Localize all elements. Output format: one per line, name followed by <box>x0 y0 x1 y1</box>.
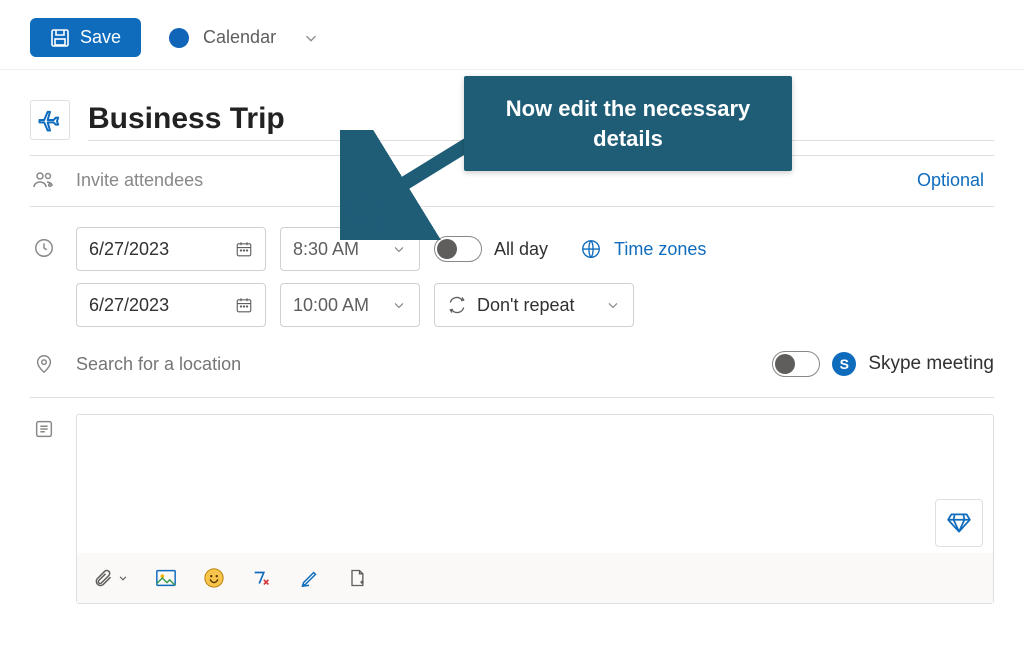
airplane-icon <box>36 106 64 134</box>
time-zones-link[interactable]: Time zones <box>614 239 706 260</box>
save-icon <box>50 28 70 48</box>
calendar-color-dot <box>169 28 189 48</box>
save-button-label: Save <box>80 27 121 48</box>
toolbar: Save Calendar <box>0 0 1024 70</box>
emoji-icon <box>203 567 225 589</box>
chevron-down-icon <box>302 29 320 47</box>
image-icon <box>155 568 177 588</box>
attach-button[interactable] <box>93 568 129 588</box>
repeat-icon <box>447 295 467 315</box>
location-row: S Skype meeting <box>30 335 994 398</box>
chevron-down-icon <box>391 241 407 257</box>
save-button[interactable]: Save <box>30 18 141 57</box>
chevron-down-icon <box>605 297 621 313</box>
clock-icon <box>30 227 58 259</box>
description-editor[interactable] <box>76 414 994 604</box>
description-icon <box>30 414 58 440</box>
calendar-icon <box>235 240 253 258</box>
pen-icon <box>299 567 321 589</box>
calendar-selector-label: Calendar <box>203 27 276 48</box>
clear-formatting-button[interactable] <box>251 567 273 589</box>
insert-image-button[interactable] <box>155 568 177 588</box>
diamond-icon <box>946 510 972 536</box>
location-input[interactable] <box>76 354 754 375</box>
chevron-down-icon <box>391 297 407 313</box>
start-date-field[interactable]: 6/27/2023 <box>76 227 266 271</box>
event-category-icon-button[interactable] <box>30 100 70 140</box>
more-format-button[interactable] <box>347 567 367 589</box>
end-date-field[interactable]: 6/27/2023 <box>76 283 266 327</box>
emoji-button[interactable] <box>203 567 225 589</box>
calendar-selector[interactable]: Calendar <box>169 27 320 48</box>
ink-button[interactable] <box>299 567 321 589</box>
chevron-down-icon <box>117 572 129 584</box>
all-day-label: All day <box>494 239 548 260</box>
attendees-icon <box>30 168 58 192</box>
attendees-input[interactable]: Invite attendees <box>76 170 203 191</box>
globe-icon <box>580 238 602 260</box>
tutorial-callout: Now edit the necessary details <box>464 76 792 171</box>
end-time-field[interactable]: 10:00 AM <box>280 283 420 327</box>
body-row <box>30 398 994 612</box>
calendar-icon <box>235 296 253 314</box>
datetime-row: 6/27/2023 8:30 AM All day <box>30 211 994 335</box>
editor-toolbar <box>77 553 993 603</box>
page-plus-icon <box>347 567 367 589</box>
paperclip-icon <box>93 568 113 588</box>
location-icon <box>30 353 58 375</box>
optional-attendees-link[interactable]: Optional <box>917 170 984 191</box>
skype-label: Skype meeting <box>868 353 994 375</box>
recurrence-field[interactable]: Don't repeat <box>434 283 634 327</box>
skype-toggle[interactable] <box>772 351 820 377</box>
eraser-icon <box>251 567 273 589</box>
premium-button[interactable] <box>935 499 983 547</box>
skype-icon: S <box>832 352 856 376</box>
